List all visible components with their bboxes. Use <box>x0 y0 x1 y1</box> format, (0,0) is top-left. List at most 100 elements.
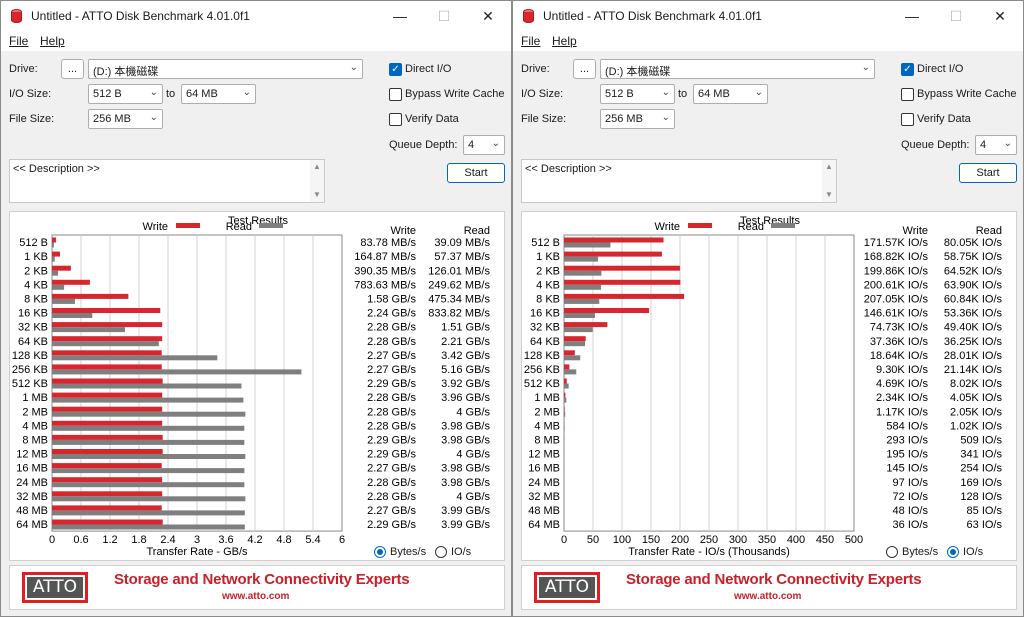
write-bar <box>52 293 129 299</box>
x-tick-label: 0.6 <box>73 534 88 546</box>
bytes-per-sec-label: Bytes/s <box>902 546 939 558</box>
maximize-icon[interactable]: ☐ <box>934 1 978 31</box>
bypass-write-cache-checkbox[interactable] <box>389 88 402 101</box>
chevron-down-icon: ⌄ <box>661 112 670 123</box>
file-size-select[interactable]: 256 MB ⌄ <box>88 109 163 129</box>
write-bar <box>564 322 608 328</box>
read-value-label: 3.99 GB/s <box>441 519 490 531</box>
scroll-up-icon[interactable]: ▲ <box>313 162 321 171</box>
write-bar <box>52 420 163 426</box>
io-per-sec-radio[interactable] <box>435 546 447 558</box>
maximize-icon[interactable]: ☐ <box>422 1 466 31</box>
atto-banner[interactable]: ATTO Storage and Network Connectivity Ex… <box>9 565 505 610</box>
description-textarea[interactable]: << Description >> ▲ ▼ <box>9 159 325 203</box>
description-scrollbar[interactable]: ▲ ▼ <box>822 160 836 202</box>
close-icon[interactable]: ✕ <box>978 1 1022 31</box>
y-tick-label: 4 KB <box>536 279 560 291</box>
start-button[interactable]: Start <box>447 163 505 183</box>
close-icon[interactable]: ✕ <box>466 1 510 31</box>
read-bar <box>564 327 593 333</box>
menu-help[interactable]: Help <box>552 34 577 48</box>
chevron-down-icon: ⌄ <box>242 87 251 98</box>
read-bar <box>52 425 245 431</box>
atto-url[interactable]: www.atto.com <box>222 591 289 602</box>
queue-depth-value: 4 <box>980 139 987 151</box>
x-tick-label: 0 <box>561 534 567 546</box>
scroll-down-icon[interactable]: ▼ <box>825 190 833 199</box>
description-textarea[interactable]: << Description >> ▲ ▼ <box>521 159 837 203</box>
scroll-down-icon[interactable]: ▼ <box>313 190 321 199</box>
write-value-label: 584 IO/s <box>886 420 928 432</box>
drive-select[interactable]: (D:) 本機磁碟 ⌄ <box>600 59 875 79</box>
bytes-per-sec-radio[interactable] <box>374 546 386 558</box>
write-value-label: 9.30K IO/s <box>876 364 928 376</box>
write-bar <box>564 279 681 285</box>
read-bar <box>564 425 565 431</box>
read-value-label: 169 IO/s <box>960 477 1002 489</box>
bytes-per-sec-label: Bytes/s <box>390 546 427 558</box>
menu-bar: File Help <box>1 31 511 51</box>
write-bar <box>564 350 575 356</box>
write-bar <box>564 378 567 384</box>
read-value-label: 49.40K IO/s <box>944 322 1003 334</box>
description-scrollbar[interactable]: ▲ ▼ <box>310 160 324 202</box>
x-tick-label: 250 <box>700 534 718 546</box>
browse-drive-button[interactable]: ... <box>61 59 84 79</box>
read-bar <box>52 397 244 403</box>
file-size-select[interactable]: 256 MB ⌄ <box>600 109 675 129</box>
to-label: to <box>678 88 688 100</box>
menu-file[interactable]: File <box>521 34 540 48</box>
x-tick-label: 4.8 <box>276 534 291 546</box>
drive-label: Drive: <box>9 63 38 75</box>
atto-banner[interactable]: ATTO Storage and Network Connectivity Ex… <box>521 565 1017 610</box>
queue-depth-select[interactable]: 4 ⌄ <box>975 135 1017 155</box>
minimize-icon[interactable]: — <box>378 1 422 31</box>
menu-help[interactable]: Help <box>40 34 65 48</box>
read-bar <box>52 355 218 361</box>
queue-depth-select[interactable]: 4 ⌄ <box>463 135 505 155</box>
io-per-sec-radio[interactable] <box>947 546 959 558</box>
description-text: << Description >> <box>525 163 612 175</box>
write-value-label: 2.29 GB/s <box>367 519 416 531</box>
title-bar[interactable]: Untitled - ATTO Disk Benchmark 4.01.0f1 … <box>513 1 1023 31</box>
io-size-from-select[interactable]: 512 B ⌄ <box>600 84 675 104</box>
io-size-to-select[interactable]: 64 MB ⌄ <box>693 84 768 104</box>
io-size-label: I/O Size: <box>9 88 52 100</box>
write-value-label: 2.24 GB/s <box>367 308 416 320</box>
bytes-per-sec-radio[interactable] <box>886 546 898 558</box>
read-value-label: 36.25K IO/s <box>944 336 1003 348</box>
io-size-to-select[interactable]: 64 MB ⌄ <box>181 84 256 104</box>
y-tick-label: 48 MB <box>16 505 48 517</box>
io-size-from-select[interactable]: 512 B ⌄ <box>88 84 163 104</box>
y-tick-label: 4 MB <box>534 420 560 432</box>
y-tick-label: 8 MB <box>22 434 48 446</box>
scroll-up-icon[interactable]: ▲ <box>825 162 833 171</box>
description-text: << Description >> <box>13 163 100 175</box>
bypass-write-cache-checkbox[interactable] <box>901 88 914 101</box>
write-bar <box>564 237 664 243</box>
verify-data-checkbox[interactable] <box>901 113 914 126</box>
drive-value: (D:) 本機磁碟 <box>605 66 671 78</box>
direct-io-checkbox[interactable]: ✓ <box>901 63 914 76</box>
read-value-label: 58.75K IO/s <box>944 251 1003 263</box>
menu-file[interactable]: File <box>9 34 28 48</box>
write-value-label: 2.28 GB/s <box>367 406 416 418</box>
column-header-write: Write <box>391 225 416 237</box>
verify-data-checkbox[interactable] <box>389 113 402 126</box>
atto-url[interactable]: www.atto.com <box>734 591 801 602</box>
drive-select[interactable]: (D:) 本機磁碟 ⌄ <box>88 59 363 79</box>
y-tick-label: 32 MB <box>16 491 48 503</box>
minimize-icon[interactable]: — <box>890 1 934 31</box>
write-bar <box>52 477 163 483</box>
legend-read-label: Read <box>738 221 764 233</box>
read-value-label: 341 IO/s <box>960 449 1002 461</box>
start-button[interactable]: Start <box>959 163 1017 183</box>
direct-io-checkbox[interactable]: ✓ <box>389 63 402 76</box>
y-tick-label: 24 MB <box>528 477 560 489</box>
x-axis-label: Transfer Rate - GB/s <box>146 546 248 558</box>
write-bar <box>52 449 163 454</box>
browse-drive-button[interactable]: ... <box>573 59 596 79</box>
title-bar[interactable]: Untitled - ATTO Disk Benchmark 4.01.0f1 … <box>1 1 511 31</box>
queue-depth-label: Queue Depth: <box>901 139 970 151</box>
io-size-to-value: 64 MB <box>698 88 730 100</box>
